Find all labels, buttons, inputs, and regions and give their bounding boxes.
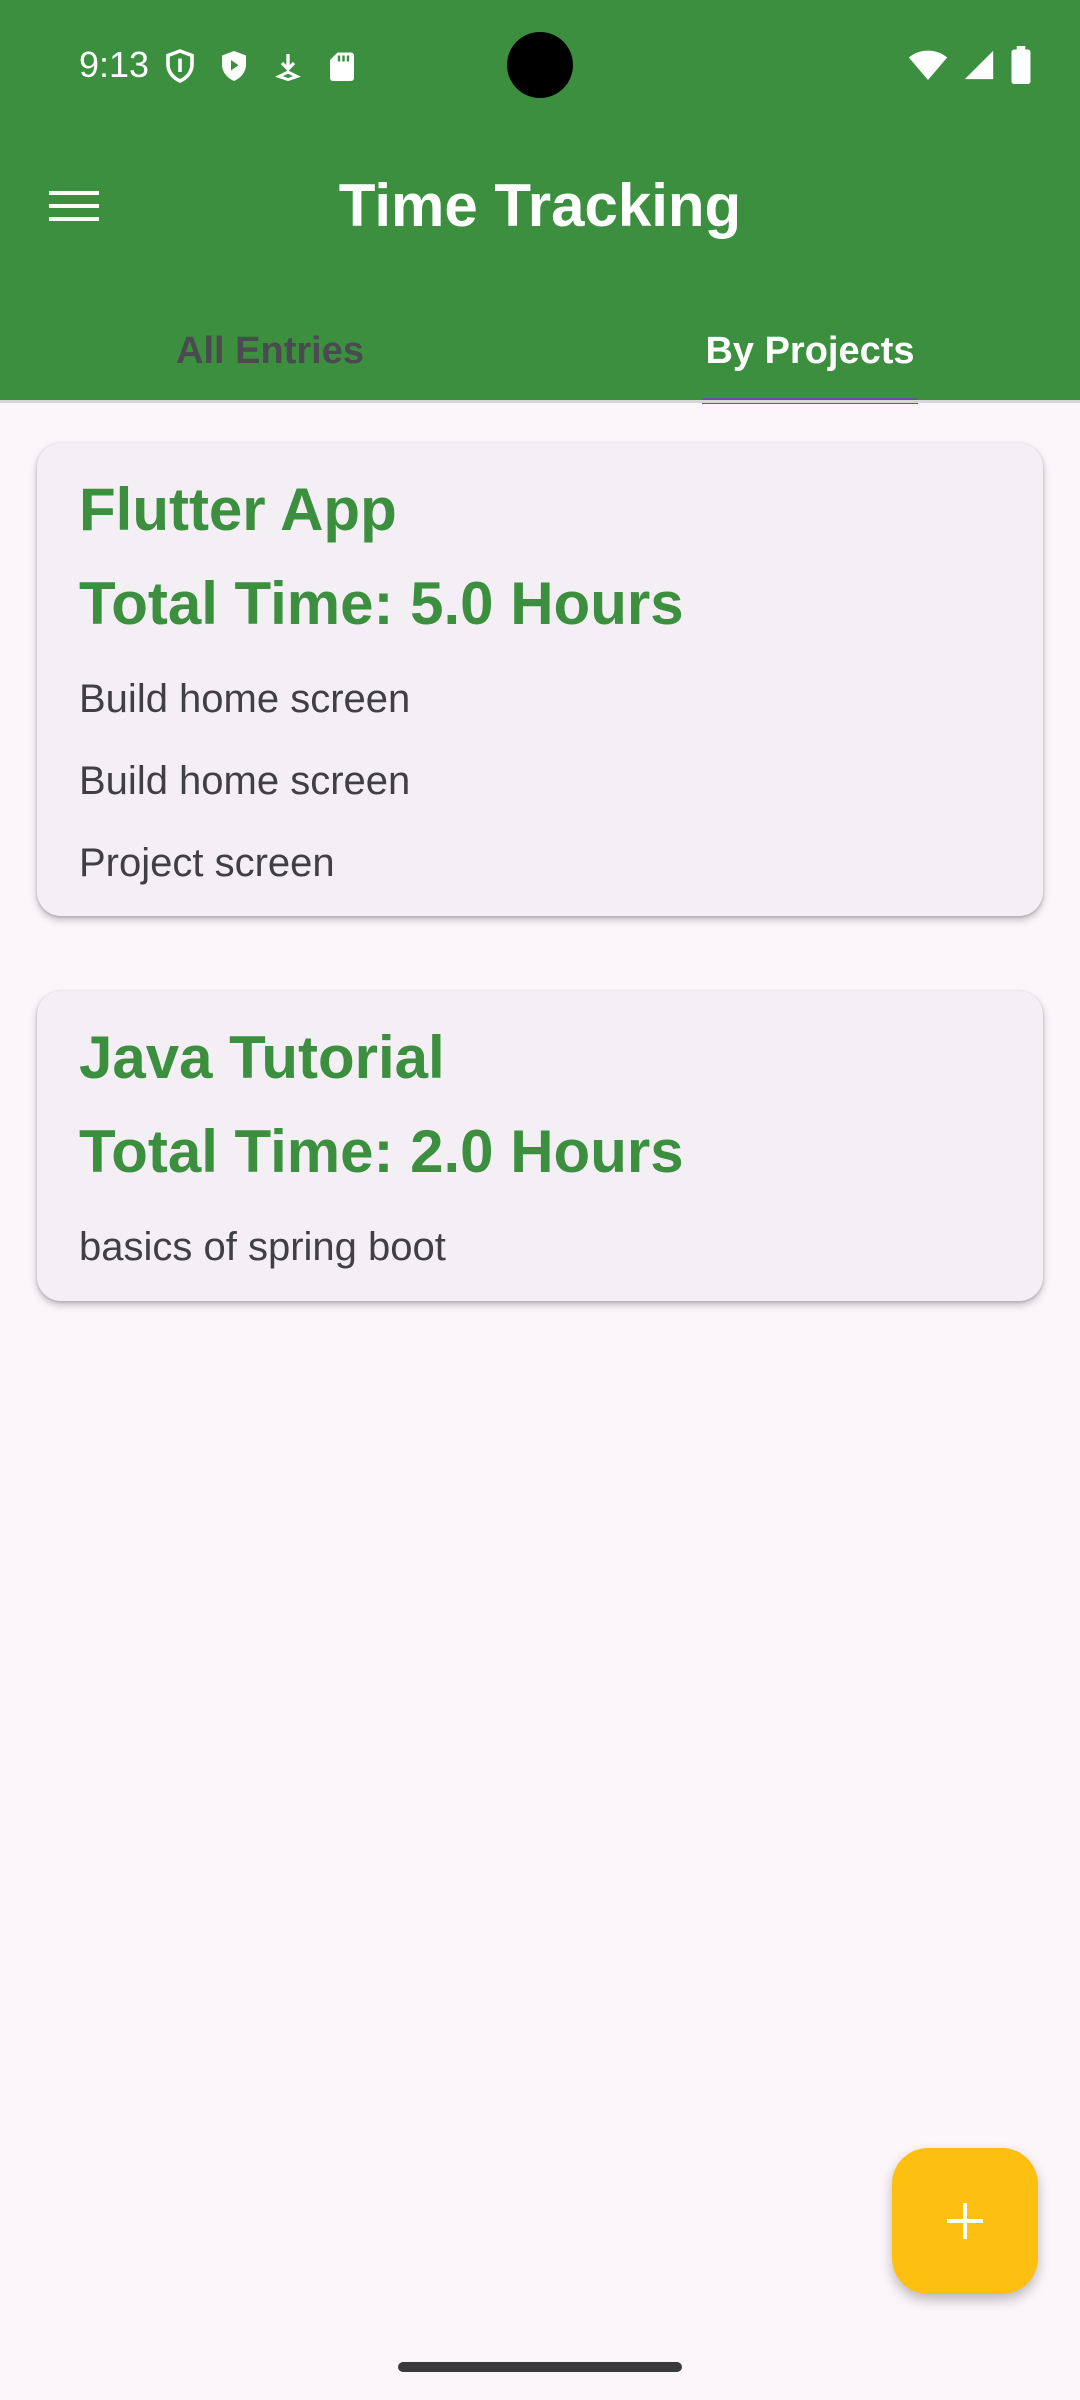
sd-card-icon [330,52,354,81]
project-total-time: Total Time: 2.0 Hours [79,1118,684,1185]
camera-cutout [507,32,573,98]
app-bar: 9:13 Time Tracking All Entries By Projec… [0,0,1080,404]
entry-description: Build home screen [79,677,411,721]
add-entry-button[interactable] [892,2148,1038,2294]
tab-bar: All Entries By Projects [0,300,1080,404]
status-notification-icons [162,46,360,86]
signal-icon [964,50,994,80]
tab-all-entries[interactable]: All Entries [0,300,540,402]
status-system-icons [908,46,1032,84]
tab-label: All Entries [176,329,364,372]
project-name: Flutter App [79,476,397,543]
entry-description: Project screen [79,841,335,885]
download-icon [275,54,301,82]
shield-outline-icon [166,49,194,83]
tab-label: By Projects [705,329,915,372]
wifi-icon [908,50,948,80]
status-time: 9:13 [79,44,150,85]
battery-icon [1011,46,1031,84]
page-title: Time Tracking [338,172,742,239]
tab-by-projects[interactable]: By Projects [540,300,1080,404]
plus-icon [947,2203,983,2239]
project-card-java-tutorial[interactable]: Java Tutorial Total Time: 2.0 Hours basi… [37,991,1043,1301]
project-card-flutter-app[interactable]: Flutter App Total Time: 5.0 Hours Build … [37,443,1043,916]
project-name: Java Tutorial [79,1024,445,1091]
play-shield-icon [222,51,246,81]
home-indicator[interactable] [398,2362,682,2372]
entry-description: basics of spring boot [79,1225,446,1269]
status-bar: 9:13 [0,0,1080,132]
project-total-time: Total Time: 5.0 Hours [79,570,684,637]
entry-description: Build home screen [79,759,411,803]
tab-divider [0,400,1080,403]
